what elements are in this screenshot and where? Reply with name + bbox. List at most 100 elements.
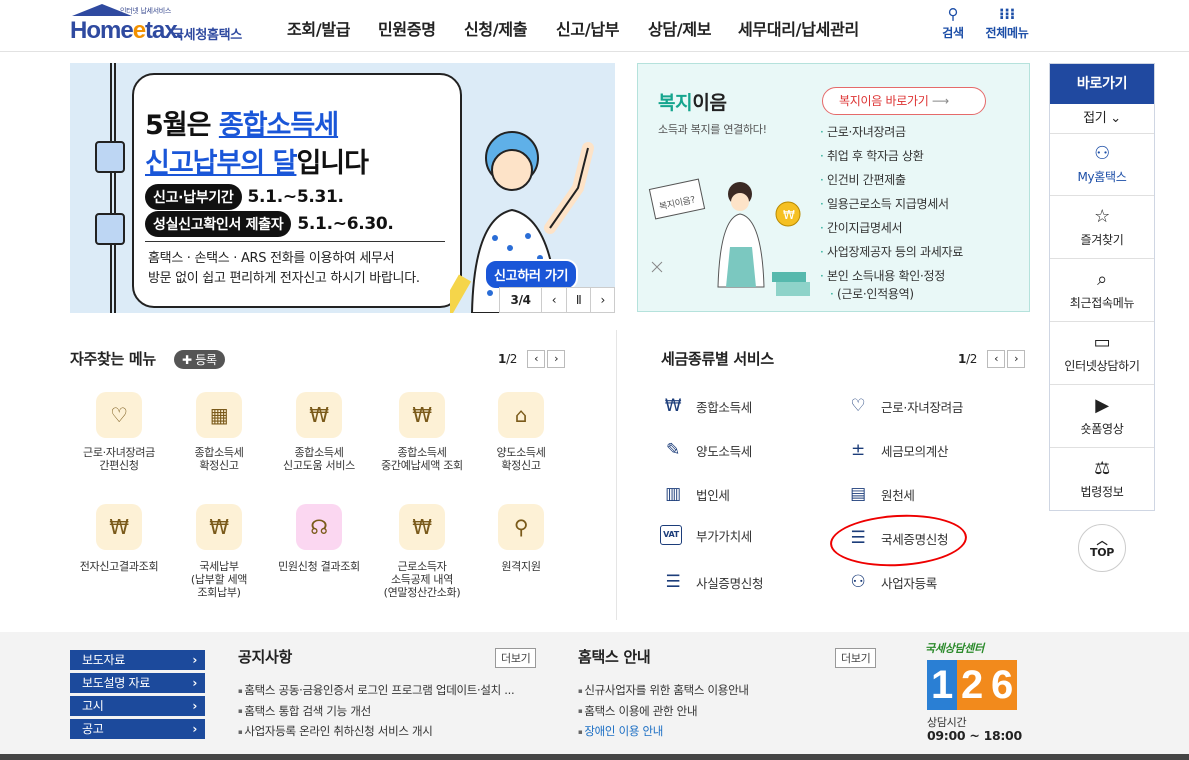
banner-pause-button[interactable]: Ⅱ (567, 288, 592, 312)
laptop-icon: ▭ (1093, 332, 1111, 353)
cc-digit: 6 (987, 660, 1017, 710)
quick-links-bar: 바로가기 접기 ⌄ ⚇ My홈택스 ☆ 즐겨찾기 ⌕ 최근접속메뉴 ▭ 인터넷상… (1049, 63, 1155, 511)
tax-vat[interactable]: VAT 부가가치세 (660, 525, 752, 545)
freq-item-interim-prepay[interactable]: ₩ 종합소득세 중간예납세액 조회 (370, 392, 474, 472)
freq-label: 종합소득세 (194, 446, 244, 459)
quick-fold-button[interactable]: 접기 ⌄ (1050, 104, 1154, 134)
welfare-item[interactable]: 사업장제공자 등의 과세자료 (820, 240, 963, 264)
file-now-button[interactable]: 신고하러 가기 (484, 259, 579, 290)
freq-label: 근로소득자 (397, 560, 447, 573)
freq-item-year-end[interactable]: ₩ 근로소득자 소득공제 내역 (연말정산간소화) (370, 504, 474, 599)
tax-fact-certificate[interactable]: ☰ 사실증명신청 (660, 569, 764, 595)
search-icon: ⚲ (947, 5, 959, 23)
quick-label: 법령정보 (1080, 485, 1124, 499)
search-button[interactable]: ⚲ 검색 (938, 6, 968, 41)
notice-list: 홈택스 공동·금융인증서 로그인 프로그램 업데이트·설치 ... 홈택스 통합… (238, 680, 514, 742)
nav-filing[interactable]: 신고/납부 (556, 16, 620, 40)
quick-label: 숏폼영상 (1080, 422, 1124, 436)
receipt-icon: ▤ (850, 484, 866, 504)
money-bag-icon: ₩ (399, 504, 445, 550)
guide-item[interactable]: 신규사업자를 위한 홈택스 이용안내 (578, 680, 749, 701)
document-pen-icon: ✎ (666, 440, 680, 460)
quick-my-hometax[interactable]: ⚇ My홈택스 (1050, 134, 1154, 196)
nav-consult[interactable]: 상담/제보 (648, 16, 712, 40)
nav-certificate[interactable]: 민원증명 (378, 16, 436, 40)
tax-label: 법인세 (696, 487, 730, 503)
footer-press-explain[interactable]: 보도설명 자료 (70, 673, 205, 693)
welfare-illustration: 복지이음? ₩ (648, 178, 810, 296)
header: 인터넷 납세서비스 Homeetax. 국세청홈택스 조회/발급 민원증명 신청… (0, 0, 1189, 52)
freq-item-income-tax-final[interactable]: ▦ 종합소득세 확정신고 (170, 392, 268, 472)
banner-next-button[interactable]: › (591, 288, 614, 312)
tax-comprehensive-income[interactable]: ₩ 종합소득세 (660, 393, 753, 419)
welfare-item[interactable]: 간이지급명세서 (820, 216, 963, 240)
page-current: 1 (498, 352, 507, 366)
cc-digit: 1 (927, 660, 957, 710)
welfare-subtitle: 소득과 복지를 연결하다! (658, 123, 767, 136)
hometax-logo[interactable]: 인터넷 납세서비스 Homeetax. 국세청홈택스 (70, 4, 260, 46)
banner-prev-button[interactable]: ‹ (542, 288, 567, 312)
quick-shortform-video[interactable]: ▶ 숏폼영상 (1050, 386, 1154, 448)
freq-item-eitc[interactable]: ♡ 근로·자녀장려금 간편신청 (70, 392, 168, 472)
freq-label: 근로·자녀장려금 (83, 446, 155, 459)
welfare-go-button[interactable]: 복지이음 바로가기 ⟶ (822, 87, 986, 115)
freq-item-efiling-result[interactable]: ₩ 전자신고결과조회 (70, 504, 168, 573)
period-dates: 5.1.~5.31. (247, 187, 345, 207)
guide-more-button[interactable]: 더보기 (835, 648, 877, 668)
tax-label: 사실증명신청 (696, 575, 764, 591)
grid-icon: ⁝⁝⁝ (998, 5, 1016, 23)
tax-withholding[interactable]: ▤ 원천세 (845, 481, 915, 507)
quick-favorites[interactable]: ☆ 즐겨찾기 (1050, 197, 1154, 259)
tax-business-registration[interactable]: ⚇ 사업자등록 (845, 569, 938, 595)
register-button[interactable]: ✚ 등록 (174, 350, 225, 369)
tax-eitc[interactable]: ♡ 근로·자녀장려금 (845, 393, 964, 419)
tax-corporate[interactable]: ▥ 법인세 (660, 481, 730, 507)
page-current: 1 (958, 352, 967, 366)
banner-body: 홈택스 · 손택스 · ARS 전화를 이용하여 세무서 방문 없이 쉽고 편리… (148, 249, 420, 289)
footer-notice-gosi[interactable]: 고시 (70, 696, 205, 716)
next-page-button[interactable]: › (1007, 350, 1026, 368)
freq-item-capital-gains[interactable]: ⌂ 양도소득세 확정신고 (472, 392, 570, 472)
freq-label: 중간예납세액 조회 (381, 459, 463, 472)
freq-item-civil-result[interactable]: ☊ 민원신청 결과조회 (270, 504, 368, 573)
red-highlight-circle (828, 511, 969, 570)
nav-agent[interactable]: 세무대리/납세관리 (738, 16, 859, 40)
freq-label: 간편신청 (99, 459, 139, 472)
guide-item-accessibility[interactable]: 장애인 이용 안내 (578, 721, 749, 742)
freq-item-tax-payment[interactable]: ₩ 국세납부 (납부할 세액 조회납부) (170, 504, 268, 599)
tax-label: 세금모의계산 (881, 443, 949, 459)
welfare-item[interactable]: 취업 후 학자금 상환 (820, 144, 963, 168)
main-banner[interactable]: 5월은 종합소득세 신고납부의 달입니다 신고·납부기간 5.1.~5.31. … (70, 63, 615, 313)
welfare-item[interactable]: 일용근로소득 지급명세서 (820, 192, 963, 216)
freq-label: (연말정산간소화) (383, 586, 461, 599)
footer-press-release[interactable]: 보도자료 (70, 650, 205, 670)
tax-capital-gains[interactable]: ✎ 양도소득세 (660, 437, 752, 463)
all-menu-button[interactable]: ⁝⁝⁝ 전체메뉴 (980, 6, 1034, 41)
next-page-button[interactable]: › (547, 350, 566, 368)
scroll-top-button[interactable]: ︿ TOP (1078, 524, 1126, 572)
welfare-item[interactable]: 근로·자녀장려금 (820, 120, 963, 144)
notice-item[interactable]: 사업자등록 온라인 취하신청 서비스 개시 (238, 721, 514, 742)
notice-item[interactable]: 홈택스 통합 검색 기능 개선 (238, 701, 514, 722)
won-search-icon: ₩ (296, 392, 342, 438)
nav-inquiry[interactable]: 조회/발급 (287, 16, 351, 40)
guide-item[interactable]: 홈택스 이용에 관한 안내 (578, 701, 749, 722)
freq-item-income-tax-help[interactable]: ₩ 종합소득세 신고도움 서비스 (270, 392, 368, 472)
footer-announcement[interactable]: 공고 (70, 719, 205, 739)
tax-simulation[interactable]: ± 세금모의계산 (845, 437, 948, 463)
prev-page-button[interactable]: ‹ (987, 350, 1006, 368)
prev-page-button[interactable]: ‹ (527, 350, 546, 368)
frequent-menu-title: 자주찾는 메뉴 (70, 350, 156, 368)
notice-more-button[interactable]: 더보기 (495, 648, 537, 668)
heart-hand-icon: ♡ (96, 392, 142, 438)
notice-item[interactable]: 홈택스 공동·금융인증서 로그인 프로그램 업데이트·설치 ... (238, 680, 514, 701)
freq-item-remote-support[interactable]: ⚲ 원격지원 (472, 504, 570, 573)
won-search-icon: ₩ (399, 392, 445, 438)
quick-label: 최근접속메뉴 (1069, 296, 1135, 310)
welfare-item[interactable]: 인건비 간편제출 (820, 168, 963, 192)
headset-icon: ☊ (296, 504, 342, 550)
quick-recent-menu[interactable]: ⌕ 최근접속메뉴 (1050, 260, 1154, 322)
quick-online-consult[interactable]: ▭ 인터넷상담하기 (1050, 323, 1154, 385)
nav-application[interactable]: 신청/제출 (464, 16, 528, 40)
quick-law-info[interactable]: ⚖ 법령정보 (1050, 449, 1154, 511)
